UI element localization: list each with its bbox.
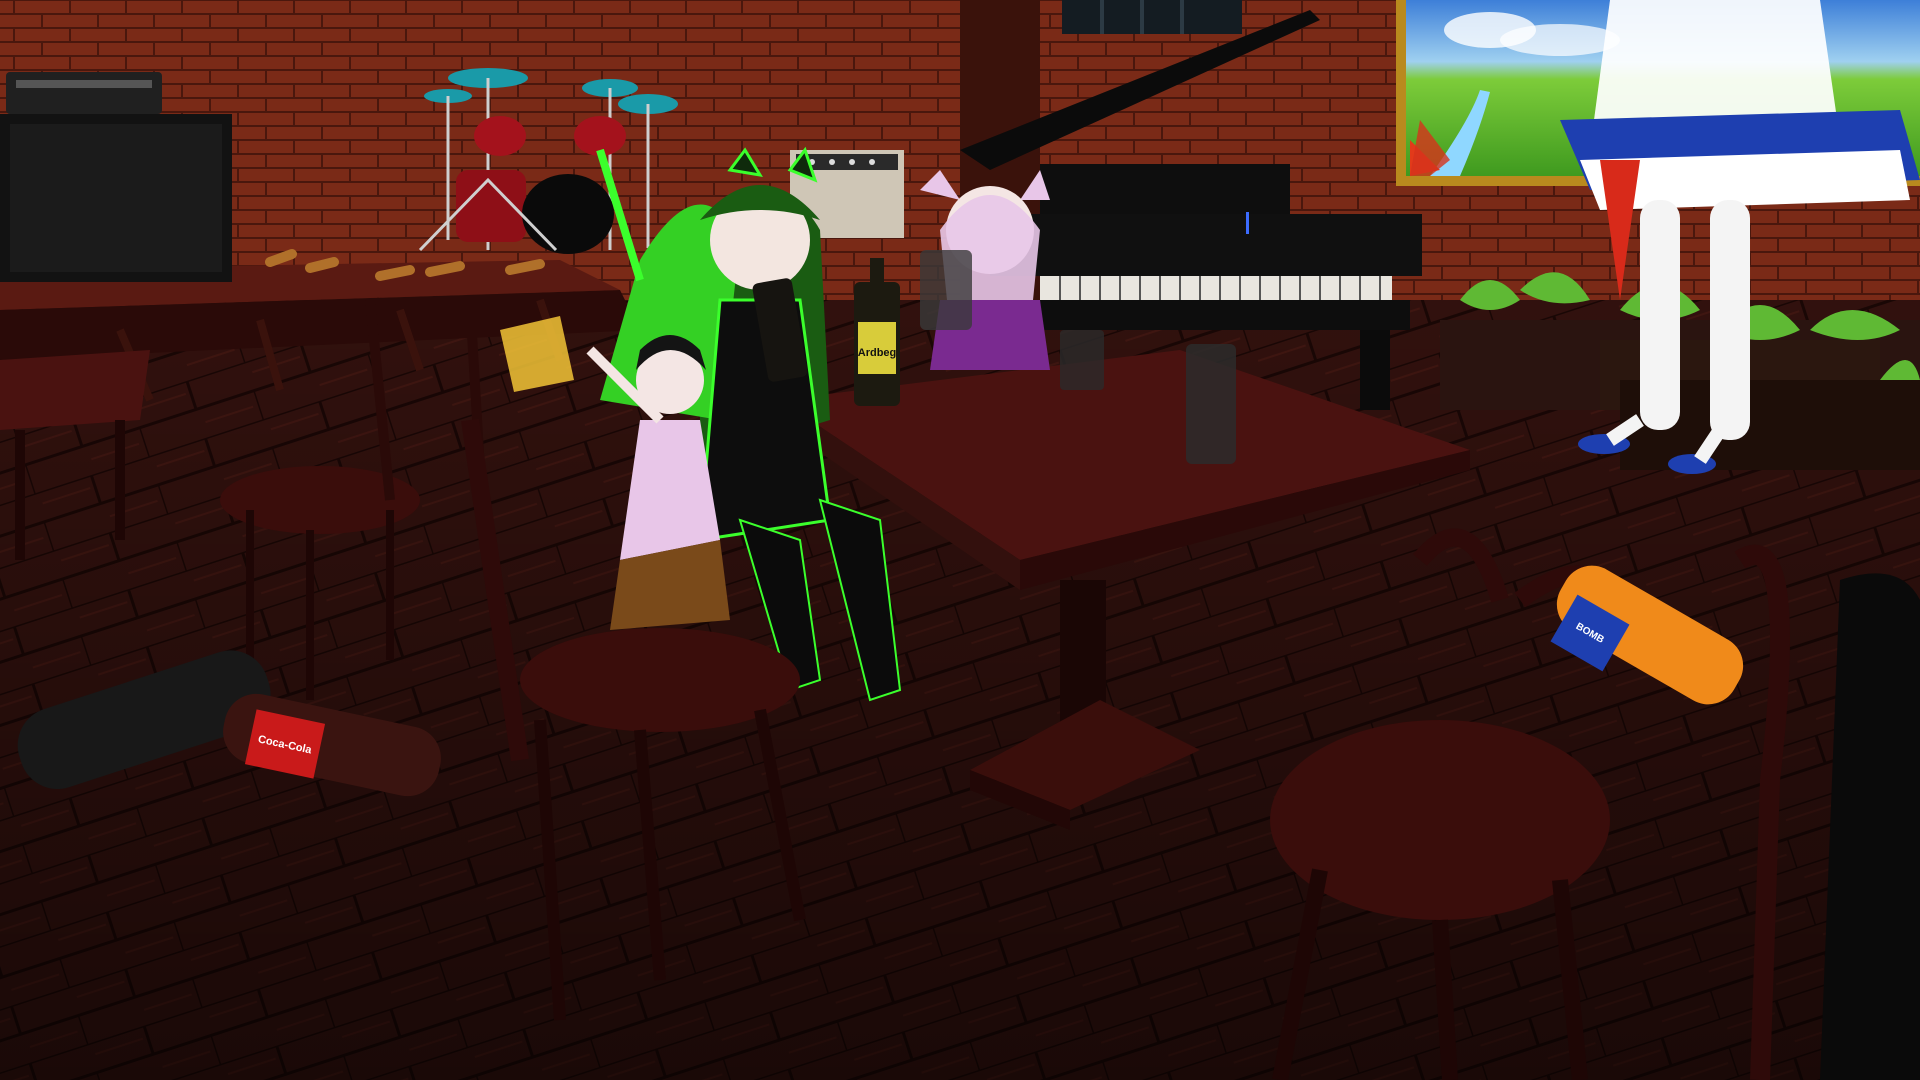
vr-bar-scene: Ardbeg Coca-Cola BOMB xyxy=(0,0,1920,1080)
whisky-label: Ardbeg xyxy=(858,347,897,359)
window xyxy=(1062,0,1242,34)
